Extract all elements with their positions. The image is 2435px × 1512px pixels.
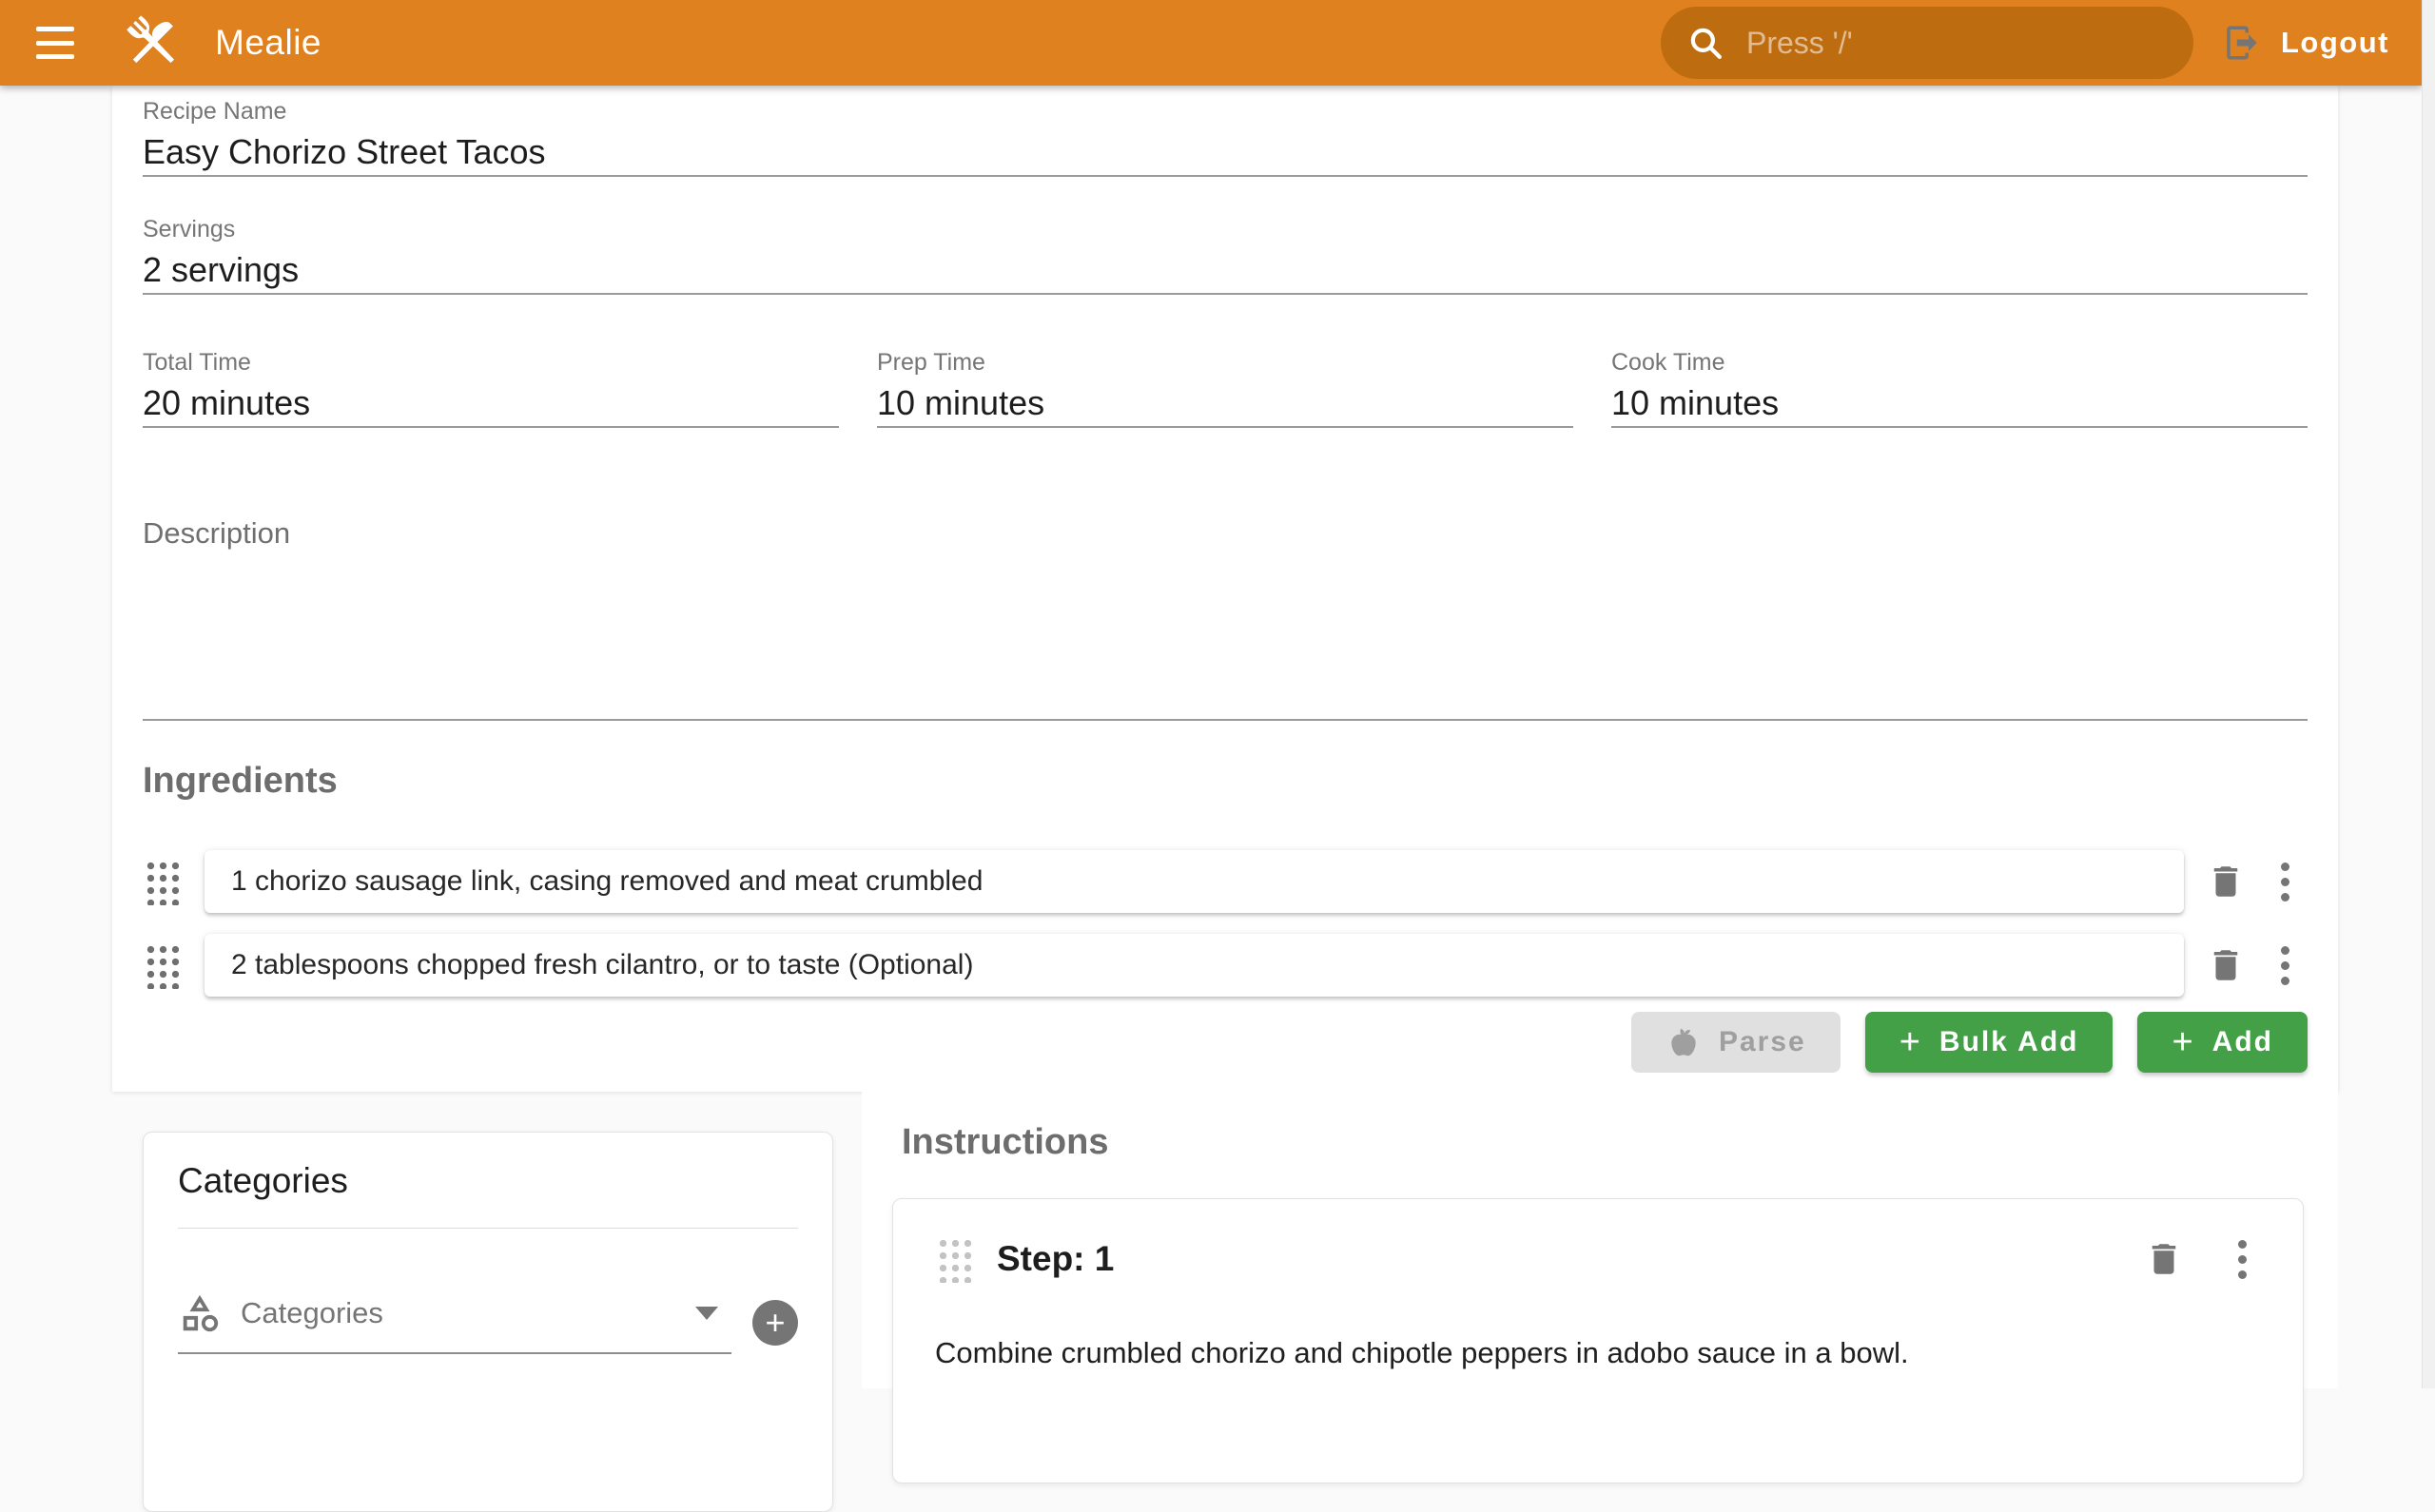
recipe-name-field[interactable]: Recipe Name Easy Chorizo Street Tacos [143,97,2308,177]
ingredient-input[interactable]: 1 chorizo sausage link, casing removed a… [205,850,2184,913]
ingredient-menu-button[interactable] [2262,942,2308,988]
parse-label: Parse [1719,1026,1806,1058]
plus-icon: + [765,1303,785,1342]
logout-label: Logout [2281,26,2389,60]
scrollbar[interactable] [2422,0,2435,1388]
search-placeholder: Press '/' [1746,26,1853,61]
prep-time-field[interactable]: Prep Time 10 minutes [877,348,1573,428]
drag-handle-icon[interactable] [143,941,180,989]
bulk-add-label: Bulk Add [1939,1026,2079,1058]
add-button[interactable]: + Add [2137,1012,2308,1073]
delete-ingredient-button[interactable] [2203,942,2249,988]
total-time-label: Total Time [143,348,839,377]
trash-icon [2144,1239,2184,1279]
step-text[interactable]: Combine crumbled chorizo and chipotle pe… [935,1332,2265,1374]
recipe-name-label: Recipe Name [143,97,2308,126]
ingredient-menu-button[interactable] [2262,859,2308,904]
app-header: Mealie Press '/' Logout [0,0,2422,86]
instructions-panel: Instructions Step: 1 Combine crumbled ch… [862,1092,2338,1388]
plus-icon: + [1899,1024,1922,1060]
trash-icon [2206,945,2246,985]
description-value[interactable] [143,548,2308,715]
sidebar-column: Categories Categories + [112,1092,862,1388]
ingredients-heading: Ingredients [143,759,2308,803]
servings-value[interactable]: 2 servings [143,251,2308,289]
categories-card: Categories Categories + [143,1132,833,1512]
logout-icon [2222,23,2262,63]
drag-handle-icon[interactable] [143,858,180,905]
cook-time-label: Cook Time [1611,348,2308,377]
step-title: Step: 1 [997,1239,1114,1279]
kebab-icon [2281,863,2289,871]
prep-time-label: Prep Time [877,348,1573,377]
description-field[interactable]: Description [143,519,2308,721]
categories-select[interactable]: Categories [178,1291,731,1354]
chevron-down-icon[interactable] [695,1307,718,1320]
add-category-button[interactable]: + [752,1300,798,1346]
trash-icon [2206,862,2246,901]
kebab-icon [2238,1240,2247,1249]
servings-field[interactable]: Servings 2 servings [143,215,2308,295]
total-time-field[interactable]: Total Time 20 minutes [143,348,839,428]
ingredient-input[interactable]: 2 tablespoons chopped fresh cilantro, or… [205,934,2184,997]
categories-title: Categories [178,1161,798,1201]
kebab-icon [2281,946,2289,955]
app-title: Mealie [215,23,321,63]
ingredient-row: 2 tablespoons chopped fresh cilantro, or… [143,934,2308,997]
search-input[interactable]: Press '/' [1661,7,2193,79]
divider [178,1228,798,1229]
search-icon [1685,23,1725,63]
step-card: Step: 1 Combine crumbled chorizo and chi… [892,1198,2304,1483]
servings-label: Servings [143,215,2308,243]
plus-icon: + [2172,1024,2194,1060]
delete-step-button[interactable] [2141,1236,2187,1282]
bulk-add-button[interactable]: + Bulk Add [1865,1012,2114,1073]
recipe-editor-card: Recipe Name Easy Chorizo Street Tacos Se… [112,86,2338,1092]
add-label: Add [2212,1026,2273,1058]
times-row: Total Time 20 minutes Prep Time 10 minut… [143,348,2308,428]
apple-icon [1666,1024,1702,1060]
menu-icon[interactable] [36,27,74,59]
description-label: Description [143,519,2308,548]
total-time-value[interactable]: 20 minutes [143,384,839,422]
delete-ingredient-button[interactable] [2203,859,2249,904]
prep-time-value[interactable]: 10 minutes [877,384,1573,422]
logout-button[interactable]: Logout [2222,23,2389,63]
parse-button[interactable]: Parse [1631,1012,1841,1073]
recipe-name-value[interactable]: Easy Chorizo Street Tacos [143,133,2308,171]
ingredient-row: 1 chorizo sausage link, casing removed a… [143,850,2308,913]
cook-time-value[interactable]: 10 minutes [1611,384,2308,422]
instructions-heading: Instructions [902,1120,2304,1164]
cook-time-field[interactable]: Cook Time 10 minutes [1611,348,2308,428]
drag-handle-icon[interactable] [935,1235,972,1283]
mealie-logo-icon [118,8,188,78]
shapes-icon [178,1291,222,1335]
step-menu-button[interactable] [2219,1236,2265,1282]
categories-select-label: Categories [241,1296,383,1330]
